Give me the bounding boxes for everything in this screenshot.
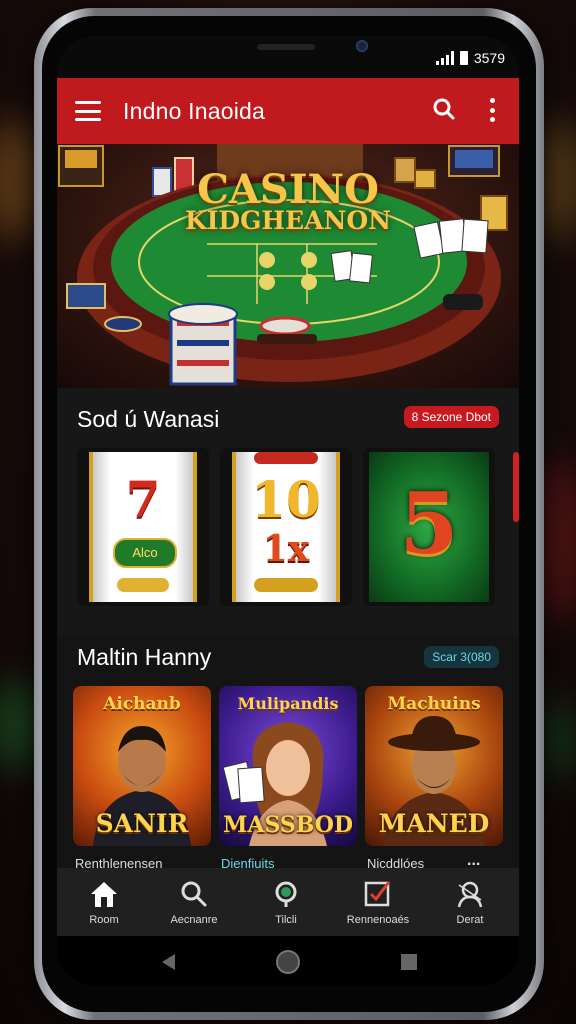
hero-title-line-2: KIDGHEANON — [184, 206, 391, 235]
reel-bar-symbol — [117, 578, 169, 592]
nav-item-derat[interactable]: Derat — [425, 880, 515, 926]
app-bar: Indno Inaoida — [57, 78, 519, 144]
hamburger-menu-icon[interactable] — [75, 101, 101, 121]
game-card-title: MANED — [378, 809, 490, 838]
back-icon[interactable] — [159, 952, 179, 972]
front-camera — [356, 40, 368, 52]
search-icon[interactable] — [433, 98, 455, 120]
home-icon — [91, 882, 117, 907]
nav-label: Rennenoaés — [346, 914, 410, 926]
app-title: Indno Inaoida — [123, 97, 266, 124]
home-button-icon[interactable] — [274, 948, 302, 976]
earpiece-speaker — [257, 44, 315, 50]
search-active-icon — [275, 881, 297, 907]
game-card-heading: Mulipandis — [237, 694, 339, 713]
reel-sub-symbol: Alco — [113, 538, 177, 568]
section-games-badge[interactable]: Scar 3(080 — [424, 646, 499, 668]
game-card-3[interactable]: Machuins MANED — [365, 686, 503, 846]
hero-banner[interactable]: CASINO KIDGHEANON — [57, 144, 519, 388]
reel-symbol: 10 — [251, 470, 321, 529]
reel-symbol: 7 — [125, 470, 161, 529]
slot-reel-2[interactable]: 10 1x — [220, 448, 352, 606]
reel-bar-symbol — [254, 452, 318, 464]
reel-symbol: 5 — [399, 474, 459, 573]
nav-item-search[interactable]: Aecnanre — [149, 880, 239, 926]
section-games-title: Maltin Hanny — [77, 644, 212, 670]
game-card-title: SANIR — [95, 809, 189, 838]
nav-item-tilcli[interactable]: Tilcli — [241, 880, 331, 926]
checklist-icon — [364, 881, 391, 907]
game-card-2[interactable]: Mulipandis MASSBOD — [219, 686, 357, 846]
nav-label: Aecnanre — [170, 914, 218, 926]
nav-label: Room — [89, 914, 119, 926]
reel-bar-symbol — [254, 578, 318, 592]
nav-label: Tilcli — [275, 914, 297, 926]
game-card-heading: Machuins — [387, 694, 481, 714]
slot-reel-1[interactable]: 7 Alco — [77, 448, 209, 606]
recent-apps-icon[interactable] — [399, 952, 419, 972]
signal-icon — [435, 51, 454, 65]
scroll-indicator — [513, 452, 519, 522]
system-navigation-bar — [57, 936, 519, 986]
nav-item-room[interactable]: Room — [59, 880, 149, 926]
profile-icon — [457, 881, 483, 908]
status-bar: 3579 — [57, 36, 519, 78]
game-card-title: MASSBOD — [223, 812, 353, 838]
game-card-1[interactable]: Aichanb SANIR — [73, 686, 211, 846]
game-card-heading: Aichanb — [103, 694, 181, 714]
more-options-icon[interactable] — [489, 98, 495, 122]
reel-sub-symbol: 1x — [262, 528, 310, 570]
battery-icon — [459, 51, 468, 65]
slot-reel-3[interactable]: 5 — [363, 448, 495, 606]
phone-screen: 3579 Indno Inaoida CASINO KIDGHEANON Sod… — [57, 36, 519, 986]
status-time: 3579 — [473, 50, 505, 66]
bottom-navigation: Room Aecnanre Tilcli Rennenoaés Derat — [57, 868, 519, 936]
nav-label: Derat — [456, 914, 484, 926]
search-icon — [181, 881, 207, 907]
section-slots-badge[interactable]: 8 Sezone Dbot — [403, 406, 499, 428]
nav-item-rennenoaes[interactable]: Rennenoaés — [333, 880, 423, 926]
section-slots-title: Sod ú Wanasi — [77, 406, 220, 432]
